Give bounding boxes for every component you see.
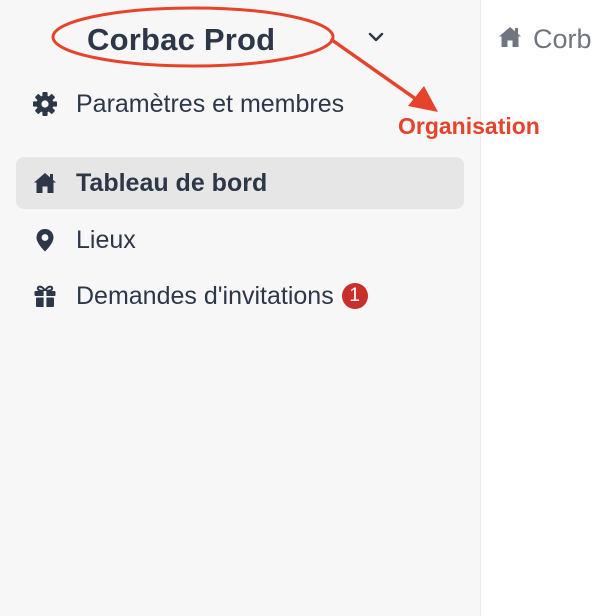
chevron-down-icon[interactable]	[363, 24, 389, 50]
sidebar-item-dashboard[interactable]: Tableau de bord	[16, 157, 464, 209]
gift-icon	[32, 283, 58, 309]
sidebar-item-places[interactable]: Lieux	[16, 214, 464, 266]
sidebar-item-label: Demandes d'invitations	[76, 281, 334, 310]
breadcrumb-item[interactable]: Corb	[533, 24, 592, 55]
home-icon	[32, 170, 58, 196]
organization-name: Corbac Prod	[87, 22, 276, 57]
home-icon[interactable]	[497, 24, 523, 55]
main-content: Corb	[481, 0, 594, 616]
notification-badge: 1	[341, 283, 368, 309]
sidebar-item-invitation-requests[interactable]: Demandes d'invitations 1	[16, 270, 464, 322]
map-pin-icon	[32, 227, 58, 253]
sidebar-item-label: Paramètres et membres	[76, 89, 345, 118]
sidebar-item-label: Tableau de bord	[76, 168, 268, 197]
sidebar-item-label: Lieux	[76, 225, 136, 254]
breadcrumb: Corb	[497, 24, 592, 55]
organization-switcher[interactable]: Corbac Prod	[60, 8, 400, 64]
sidebar: Corbac Prod Paramètres et membres Tablea…	[0, 0, 481, 616]
sidebar-item-settings-members[interactable]: Paramètres et membres	[16, 78, 464, 130]
gear-icon	[32, 91, 58, 117]
annotation-label: Organisation	[398, 113, 540, 139]
